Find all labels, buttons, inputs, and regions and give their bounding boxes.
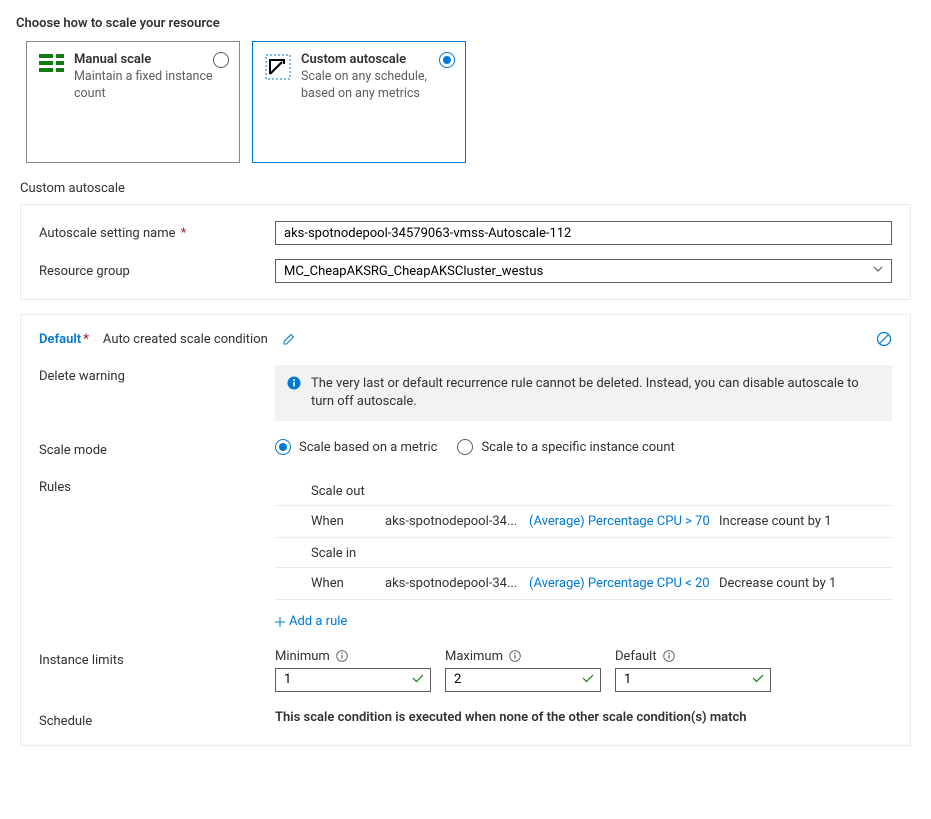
max-limit-label: Maximum <box>445 649 503 664</box>
rule-when-label: When <box>311 576 385 591</box>
scale-out-metric-link[interactable]: (Average) Percentage CPU > 70 <box>529 514 719 529</box>
autoscale-chart-icon <box>265 54 291 80</box>
scale-out-heading: Scale out <box>275 476 892 506</box>
min-limit-input[interactable] <box>275 668 431 692</box>
info-outline-icon[interactable] <box>336 650 348 662</box>
manual-scale-title: Manual scale <box>74 52 227 67</box>
rules-label: Rules <box>39 476 275 495</box>
choose-how-heading: Choose how to scale your resource <box>16 16 915 31</box>
edit-condition-name-button[interactable] <box>282 332 296 346</box>
default-condition-label: Default* <box>39 332 89 347</box>
check-icon <box>751 671 765 685</box>
add-rule-button[interactable]: Add a rule <box>275 614 347 629</box>
custom-autoscale-card[interactable]: Custom autoscale Scale on any schedule, … <box>252 41 466 163</box>
min-limit-label: Minimum <box>275 649 330 664</box>
default-limit-label: Default <box>615 649 657 664</box>
scale-in-resource: aks-spotnodepool-34... <box>385 576 529 591</box>
scale-out-action: Increase count by 1 <box>719 514 832 529</box>
manual-scale-icon <box>39 54 64 72</box>
condition-name-text: Auto created scale condition <box>103 332 268 347</box>
delete-disabled-icon <box>876 331 892 347</box>
manual-scale-card[interactable]: Manual scale Maintain a fixed instance c… <box>26 41 240 163</box>
resource-group-label: Resource group <box>39 264 275 279</box>
default-condition-panel: Default* Auto created scale condition De… <box>20 314 911 746</box>
plus-icon <box>275 617 285 627</box>
manual-scale-radio[interactable] <box>213 52 229 68</box>
autoscale-name-input[interactable] <box>275 221 892 245</box>
max-limit-input[interactable] <box>445 668 601 692</box>
add-rule-label: Add a rule <box>289 614 347 629</box>
schedule-text: This scale condition is executed when no… <box>275 710 892 725</box>
scale-in-heading: Scale in <box>275 538 892 568</box>
scale-out-rule-row[interactable]: When aks-spotnodepool-34... (Average) Pe… <box>275 506 892 538</box>
scale-option-cards: Manual scale Maintain a fixed instance c… <box>26 41 915 163</box>
manual-scale-desc: Maintain a fixed instance count <box>74 69 227 103</box>
custom-autoscale-radio[interactable] <box>439 52 455 68</box>
autoscale-setting-panel: Autoscale setting name * Resource group <box>20 204 911 300</box>
default-limit-input[interactable] <box>615 668 771 692</box>
custom-autoscale-desc: Scale on any schedule, based on any metr… <box>301 69 453 103</box>
scale-mode-label: Scale mode <box>39 439 275 458</box>
check-icon <box>581 671 595 685</box>
instance-limits-label: Instance limits <box>39 649 275 668</box>
scale-mode-metric-label: Scale based on a metric <box>299 440 437 455</box>
scale-in-rule-row[interactable]: When aks-spotnodepool-34... (Average) Pe… <box>275 568 892 600</box>
rule-when-label: When <box>311 514 385 529</box>
scale-in-action: Decrease count by 1 <box>719 576 836 591</box>
scale-in-metric-link[interactable]: (Average) Percentage CPU < 20 <box>529 576 719 591</box>
scale-mode-instance-label: Scale to a specific instance count <box>481 440 674 455</box>
resource-group-select[interactable] <box>275 259 892 283</box>
info-outline-icon[interactable] <box>509 650 521 662</box>
scale-mode-metric-radio[interactable]: Scale based on a metric <box>275 439 437 455</box>
custom-autoscale-heading: Custom autoscale <box>20 181 915 196</box>
check-icon <box>411 671 425 685</box>
scale-out-resource: aks-spotnodepool-34... <box>385 514 529 529</box>
required-asterisk: * <box>178 226 187 241</box>
autoscale-name-label: Autoscale setting name * <box>39 226 275 241</box>
schedule-label: Schedule <box>39 710 275 729</box>
scale-mode-instance-radio[interactable]: Scale to a specific instance count <box>457 439 674 455</box>
custom-autoscale-title: Custom autoscale <box>301 52 453 67</box>
info-icon <box>287 376 301 390</box>
delete-warning-info: The very last or default recurrence rule… <box>275 365 892 421</box>
delete-warning-label: Delete warning <box>39 365 275 384</box>
info-outline-icon[interactable] <box>663 650 675 662</box>
delete-warning-text: The very last or default recurrence rule… <box>311 375 880 411</box>
